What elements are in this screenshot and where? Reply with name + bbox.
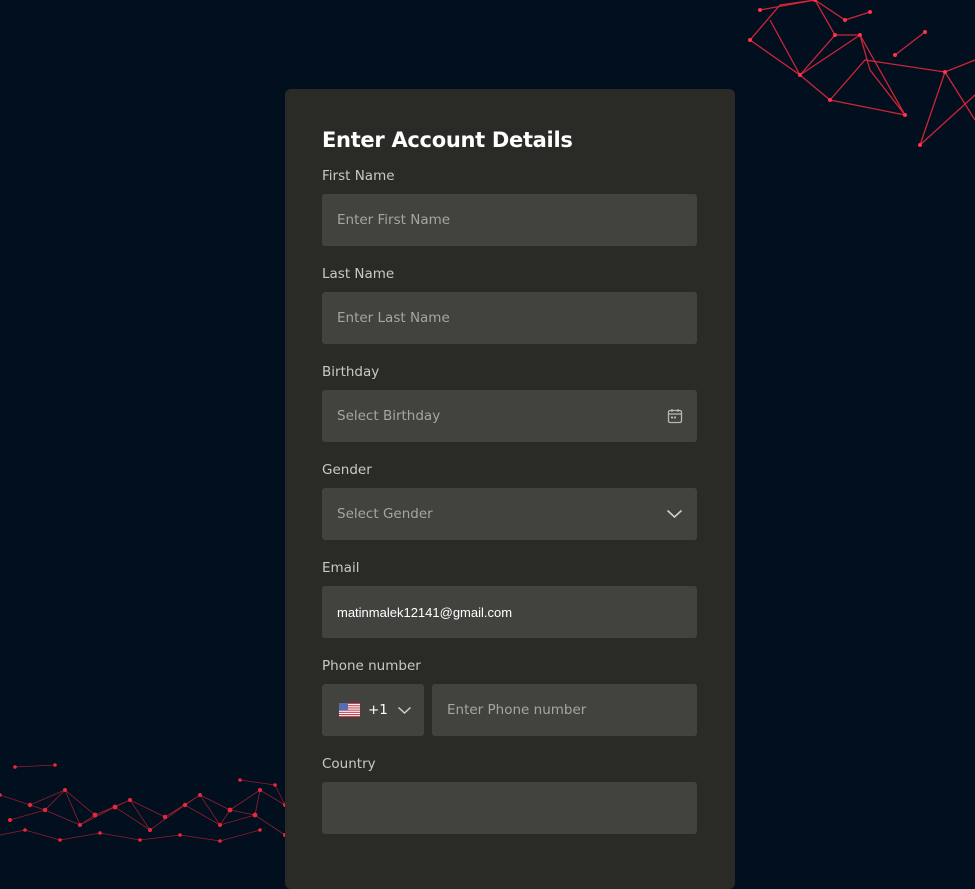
gender-placeholder: Select Gender [337,506,433,522]
last-name-label: Last Name [322,266,395,282]
calendar-icon[interactable] [667,408,683,424]
country-code-select[interactable]: +1 [322,684,424,736]
phone-label: Phone number [322,658,421,674]
phone-placeholder: Enter Phone number [447,702,587,718]
country-label: Country [322,756,376,772]
birthday-placeholder: Select Birthday [337,408,441,424]
last-name-placeholder: Enter Last Name [337,310,450,326]
account-details-card: Enter Account Details First Name Enter F… [285,89,735,889]
email-label: Email [322,560,360,576]
first-name-field[interactable]: Enter First Name [322,194,697,246]
chevron-down-icon [666,509,683,519]
email-value: matinmalek12141@gmail.com [337,604,513,620]
phone-number-field[interactable]: Enter Phone number [432,684,697,736]
last-name-field[interactable]: Enter Last Name [322,292,697,344]
network-decoration-bottom-left [0,763,287,843]
chevron-down-icon [397,706,412,715]
gender-select[interactable]: Select Gender [322,488,697,540]
email-field[interactable]: matinmalek12141@gmail.com [322,586,697,638]
page-title: Enter Account Details [322,128,573,152]
birthday-picker[interactable]: Select Birthday [322,390,697,442]
first-name-label: First Name [322,168,395,184]
country-select[interactable] [322,782,697,834]
network-decoration-top-right [748,0,975,147]
phone-row: +1 Enter Phone number [322,684,697,736]
birthday-label: Birthday [322,364,380,380]
first-name-placeholder: Enter First Name [337,212,451,228]
us-flag-icon [339,703,360,717]
country-code: +1 [368,702,388,718]
gender-label: Gender [322,462,372,478]
